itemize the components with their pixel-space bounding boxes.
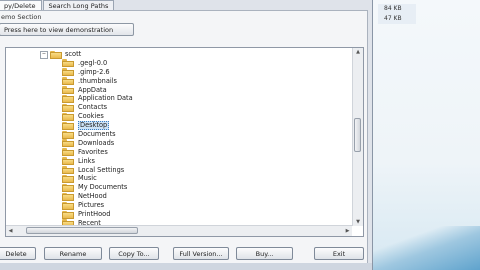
tree-folder-label: Documents bbox=[78, 130, 116, 139]
vertical-scroll-thumb[interactable] bbox=[354, 118, 361, 152]
tree-folder-row[interactable]: Music bbox=[6, 174, 346, 183]
tree-folder-label: .gimp-2.6 bbox=[78, 67, 110, 76]
folder-icon bbox=[62, 148, 74, 157]
copy-to-button[interactable]: Copy To... bbox=[109, 247, 159, 260]
demo-section-label: emo Section bbox=[1, 13, 42, 21]
tree-folder-label: Links bbox=[78, 156, 95, 165]
tree-folder-row[interactable]: .thumbnails bbox=[6, 77, 346, 86]
folder-icon bbox=[62, 139, 74, 148]
folder-icon bbox=[62, 59, 74, 68]
rename-button[interactable]: Rename bbox=[44, 247, 102, 260]
folder-icon bbox=[62, 68, 74, 77]
horizontal-scrollbar[interactable]: ◀ ▶ bbox=[6, 225, 352, 236]
tree-folder-label: Downloads bbox=[78, 138, 115, 147]
tree-folder-row[interactable]: Cookies bbox=[6, 112, 346, 121]
tree-folder-row[interactable]: Downloads bbox=[6, 139, 346, 148]
tree-root-label: scott bbox=[65, 50, 82, 58]
tree-folder-row[interactable]: Documents bbox=[6, 130, 346, 139]
tab-panel: emo Section Press here to view demonstra… bbox=[0, 10, 368, 264]
delete-button[interactable]: Delete bbox=[0, 247, 36, 260]
tree-folder-row[interactable]: Desktop bbox=[6, 121, 346, 131]
tree-folder-label: Favorites bbox=[78, 147, 108, 156]
tree-folder-label: Music bbox=[78, 174, 97, 183]
buy-button[interactable]: Buy... bbox=[236, 247, 293, 260]
view-demonstration-button[interactable]: Press here to view demonstration bbox=[0, 23, 134, 36]
tree-folder-label: .gegl-0.0 bbox=[78, 58, 108, 67]
tree-folder-label: Cookies bbox=[78, 112, 104, 121]
tree-folder-row[interactable]: AppData bbox=[6, 86, 346, 95]
folder-tree[interactable]: − scott .gegl-0.0 .gimp-2.6 .thumbnails App… bbox=[5, 47, 364, 237]
tree-folder-label: Local Settings bbox=[78, 165, 125, 174]
action-button-bar: Delete Rename Copy To... Full Version...… bbox=[0, 247, 372, 261]
tree-folder-label: My Documents bbox=[78, 183, 128, 192]
folder-icon bbox=[50, 50, 62, 59]
folder-icon bbox=[62, 103, 74, 112]
tree-folder-label: NetHood bbox=[78, 192, 107, 201]
folder-icon bbox=[62, 210, 74, 219]
tree-folder-row[interactable]: .gegl-0.0 bbox=[6, 59, 346, 68]
tree-folder-label: Pictures bbox=[78, 201, 105, 210]
folder-icon bbox=[62, 86, 74, 95]
file-size: 47 KB bbox=[384, 15, 402, 22]
tree-folder-label: Desktop bbox=[78, 121, 110, 131]
file-size-column: 84 KB 47 KB bbox=[378, 4, 416, 24]
tree-folder-label: Application Data bbox=[78, 94, 133, 103]
tree-folder-row[interactable]: Application Data bbox=[6, 94, 346, 103]
folder-icon bbox=[62, 157, 74, 166]
tree-folder-row[interactable]: Contacts bbox=[6, 103, 346, 112]
tree-folder-row[interactable]: NetHood bbox=[6, 192, 346, 201]
folder-icon bbox=[62, 77, 74, 86]
folder-icon bbox=[62, 121, 74, 130]
desktop-wallpaper-wave bbox=[372, 226, 480, 270]
scroll-up-arrow-icon[interactable]: ▲ bbox=[353, 48, 363, 56]
tree-folder-row[interactable]: Pictures bbox=[6, 201, 346, 210]
tree-folder-row[interactable]: Local Settings bbox=[6, 166, 346, 175]
folder-icon bbox=[62, 174, 74, 183]
full-version-button[interactable]: Full Version... bbox=[173, 247, 229, 260]
folder-icon bbox=[62, 166, 74, 175]
collapse-icon[interactable]: − bbox=[40, 51, 48, 59]
folder-icon bbox=[62, 201, 74, 210]
status-bar bbox=[0, 263, 372, 270]
folder-icon bbox=[62, 130, 74, 139]
scroll-left-arrow-icon[interactable]: ◀ bbox=[6, 226, 15, 236]
tree-folder-row[interactable]: My Documents bbox=[6, 183, 346, 192]
horizontal-scroll-thumb[interactable] bbox=[26, 227, 138, 234]
folder-icon bbox=[62, 112, 74, 121]
tree-folder-label: AppData bbox=[78, 85, 107, 94]
folder-icon bbox=[62, 192, 74, 201]
exit-button[interactable]: Exit bbox=[314, 247, 364, 260]
scroll-right-arrow-icon[interactable]: ▶ bbox=[343, 226, 352, 236]
tree-root-row[interactable]: − scott bbox=[6, 50, 346, 59]
folder-tree-items: − scott .gegl-0.0 .gimp-2.6 .thumbnails App… bbox=[6, 50, 346, 228]
tree-folder-label: .thumbnails bbox=[78, 76, 117, 85]
vertical-scrollbar[interactable]: ▲ ▼ bbox=[352, 48, 363, 226]
file-size: 84 KB bbox=[384, 5, 402, 12]
app-window: py/Delete Search Long Paths emo Section … bbox=[0, 0, 373, 270]
tree-folder-row[interactable]: PrintHood bbox=[6, 210, 346, 219]
folder-icon bbox=[62, 183, 74, 192]
tree-folder-label: PrintHood bbox=[78, 210, 111, 219]
scroll-down-arrow-icon[interactable]: ▼ bbox=[353, 218, 363, 226]
folder-icon bbox=[62, 94, 74, 103]
tree-folder-row[interactable]: Links bbox=[6, 157, 346, 166]
tree-folder-row[interactable]: Favorites bbox=[6, 148, 346, 157]
tree-folder-row[interactable]: .gimp-2.6 bbox=[6, 68, 346, 77]
tree-folder-label: Contacts bbox=[78, 103, 108, 112]
